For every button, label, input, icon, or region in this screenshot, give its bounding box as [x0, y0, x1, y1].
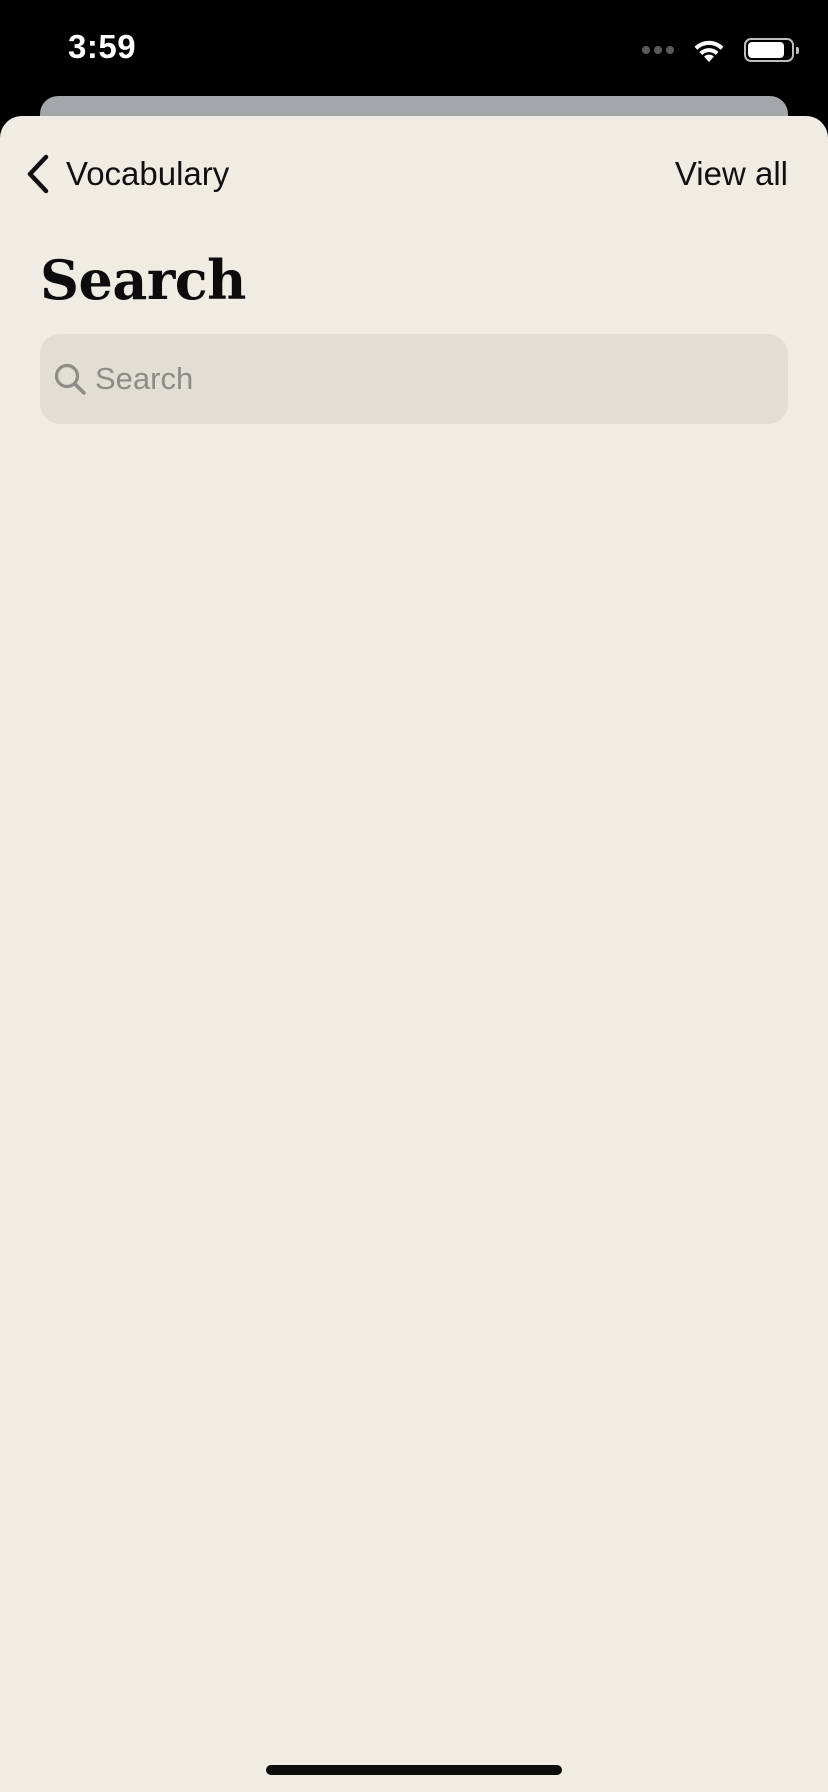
- status-bar: 3:59: [0, 0, 828, 100]
- search-input[interactable]: [95, 334, 765, 424]
- search-icon: [54, 363, 86, 395]
- chevron-left-icon: [27, 154, 49, 194]
- signal-dots-icon: [642, 46, 674, 54]
- status-icons: [642, 36, 799, 64]
- view-all-button[interactable]: View all: [675, 152, 788, 196]
- back-button-label: Vocabulary: [66, 155, 230, 192]
- search-field[interactable]: [40, 334, 788, 424]
- home-indicator[interactable]: [266, 1765, 562, 1775]
- modal-sheet: Vocabulary View all Search: [0, 116, 828, 1792]
- wifi-icon: [694, 40, 724, 62]
- battery-icon: [744, 38, 799, 62]
- back-button[interactable]: Vocabulary: [24, 152, 229, 196]
- navigation-bar: Vocabulary View all: [0, 116, 828, 228]
- page-title: Search: [40, 248, 246, 312]
- status-time: 3:59: [68, 28, 137, 65]
